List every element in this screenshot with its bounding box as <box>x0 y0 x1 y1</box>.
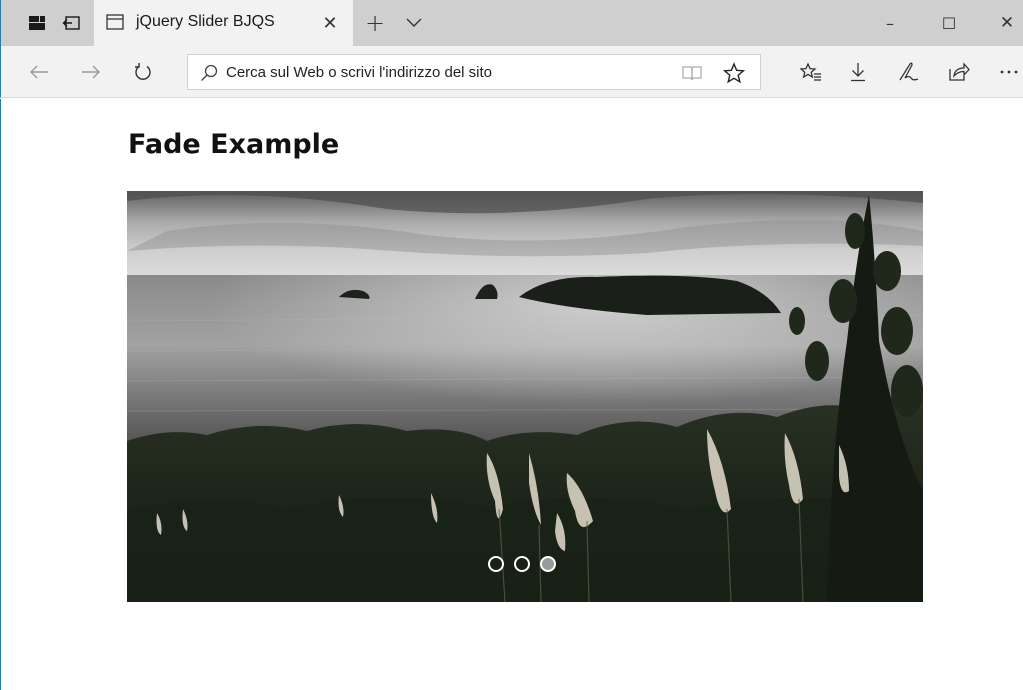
slide-marker-3[interactable] <box>540 556 556 572</box>
more-icon[interactable] <box>996 58 1022 86</box>
chevron-down-icon[interactable] <box>403 12 425 34</box>
refresh-icon[interactable] <box>129 58 157 86</box>
download-icon[interactable] <box>844 58 872 86</box>
page-content: Fade Example <box>0 99 1023 690</box>
tab-close-icon[interactable]: ✕ <box>319 12 341 34</box>
navigation-bar <box>0 46 1023 98</box>
slide-marker-1[interactable] <box>488 556 504 572</box>
forward-arrow-icon[interactable] <box>77 58 105 86</box>
slide-markers <box>488 556 556 574</box>
address-bar[interactable] <box>187 54 761 90</box>
tab-strip: jQuery Slider BJQS ✕ + – ☐ ✕ <box>0 0 1023 46</box>
tab-active[interactable]: jQuery Slider BJQS ✕ <box>94 0 353 46</box>
favorites-hub-icon[interactable] <box>797 58 825 86</box>
maximize-button[interactable]: ☐ <box>926 8 972 38</box>
pen-icon[interactable] <box>894 58 922 86</box>
tabs-aside-icon[interactable] <box>26 12 48 34</box>
close-window-button[interactable]: ✕ <box>984 8 1023 38</box>
restore-tabs-icon[interactable] <box>60 12 82 34</box>
tab-title: jQuery Slider BJQS <box>136 13 275 30</box>
coastal-landscape-photo <box>127 191 923 602</box>
new-tab-button[interactable]: + <box>361 8 389 38</box>
star-icon[interactable] <box>722 61 746 85</box>
reading-view-icon[interactable] <box>680 61 704 85</box>
page-icon <box>106 14 124 30</box>
image-slider[interactable] <box>127 191 923 602</box>
search-icon <box>200 64 218 82</box>
page-title: Fade Example <box>128 129 340 160</box>
minimize-button[interactable]: – <box>867 8 913 38</box>
address-input[interactable] <box>226 55 666 89</box>
back-arrow-icon[interactable] <box>25 58 53 86</box>
slide-marker-2[interactable] <box>514 556 530 572</box>
share-icon[interactable] <box>945 58 973 86</box>
